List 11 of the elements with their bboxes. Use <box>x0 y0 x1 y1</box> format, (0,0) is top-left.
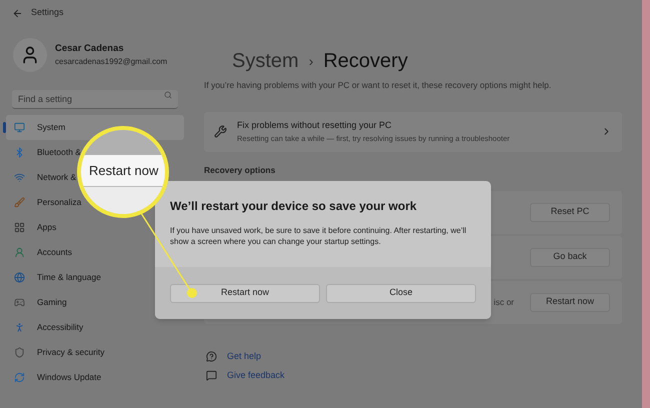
page-title: Recovery <box>323 49 408 74</box>
dialog-title: We’ll restart your device so save your work <box>170 198 418 215</box>
user-name: Cesar Cadenas <box>55 42 125 56</box>
option-description: isc or <box>494 296 514 308</box>
window-title: Settings <box>31 6 64 20</box>
dialog-message: If you have unsaved work, be sure to save it before continuing. After restarting, we’ll show a screen where you can change your startup settings. <box>170 225 468 247</box>
user-email: cesarcadenas1992@gmail.com <box>55 56 168 68</box>
breadcrumb-separator: › <box>308 52 314 70</box>
card-title: Fix problems without resetting your PC <box>237 119 393 132</box>
section-heading: Recovery options <box>204 164 276 176</box>
page-subtitle: If you’re having problems with your PC or want to reset it, these recovery options might help. <box>204 79 552 92</box>
